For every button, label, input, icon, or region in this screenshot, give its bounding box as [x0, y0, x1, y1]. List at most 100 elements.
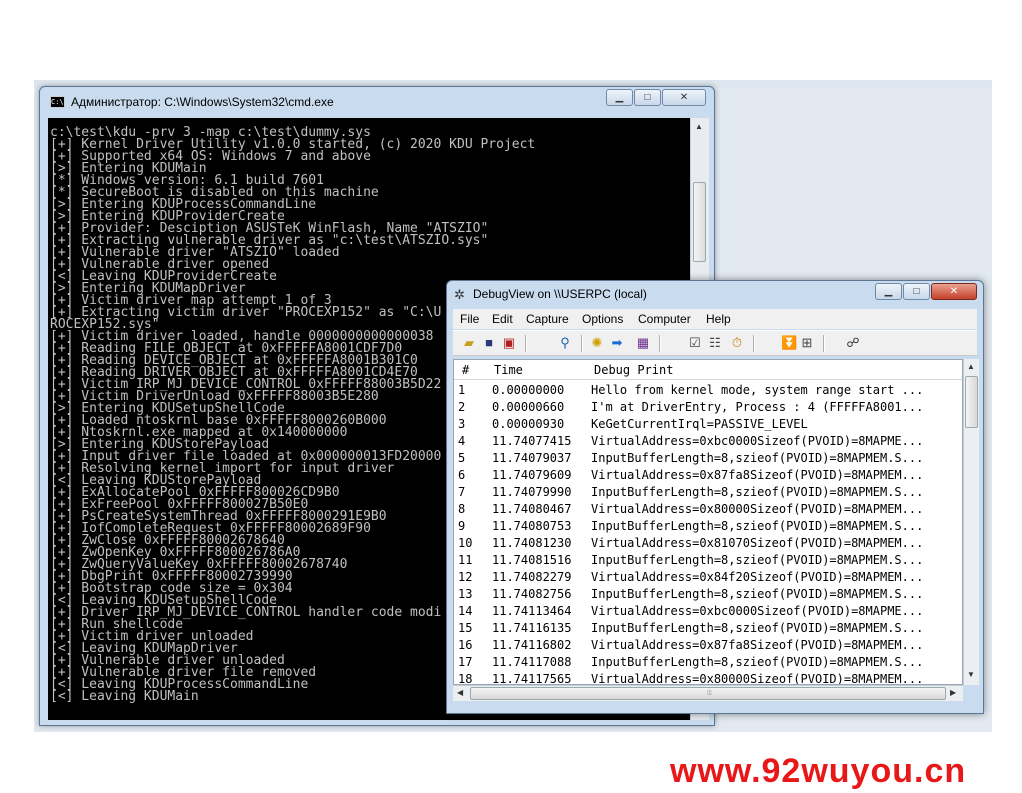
capture-kernel-icon[interactable]: ⏬ [781, 335, 797, 351]
maximize-icon: □ [644, 92, 651, 103]
highlight-icon[interactable]: ☷ [707, 335, 723, 351]
debug-hscroll-thumb[interactable]: ⦙⦙⦙ [470, 687, 946, 700]
column-header-number[interactable]: # [462, 363, 469, 377]
cmd-maximize-button[interactable]: □ [634, 89, 661, 106]
debug-horizontal-scrollbar[interactable]: ◀ ⦙⦙⦙ ▶ [453, 685, 963, 701]
table-row[interactable]: 2 0.00000660 I'm at DriverEntry, Process :… [454, 399, 962, 416]
row-time: 11.74081230 [492, 536, 572, 550]
clear-display-icon[interactable]: ▦ [635, 335, 651, 351]
cmd-app-icon: C:\ [50, 96, 65, 108]
binoculars-find-icon[interactable]: ☍ [845, 335, 861, 351]
row-number: 10 [458, 536, 473, 550]
save-close-icon[interactable]: ▣ [501, 335, 517, 351]
debug-rows: 1 0.00000000 Hello from kernel mode, syste… [454, 382, 962, 685]
site-watermark: www.92wuyou.cn [670, 752, 967, 790]
filter-edit-icon[interactable]: ☑ [687, 335, 703, 351]
console-line: [<] Leaving KDUMain [50, 689, 199, 704]
table-row[interactable]: 10 11.74081230 VirtualAddress=0x81070Sizeo… [454, 535, 962, 552]
row-number: 12 [458, 570, 473, 584]
row-time: 11.74117088 [492, 655, 572, 669]
row-time: 11.74077415 [492, 434, 572, 448]
row-debug-print: VirtualAddress=0xbc0000Sizeof(PVOID)=8MA… [591, 604, 924, 618]
row-debug-print: InputBufferLength=8,szieof(PVOID)=8MAPME… [591, 655, 924, 669]
debug-output-list[interactable]: # Time Debug Print 1 0.00000000 Hello from… [453, 359, 963, 685]
debugview-title-bar[interactable]: ✲ DebugView on \\USERPC (local) ▁ □ ✕ [447, 281, 983, 307]
debugview-app-icon: ✲ [454, 287, 465, 302]
dbg-close-button[interactable]: ✕ [931, 283, 977, 300]
row-debug-print: InputBufferLength=8,szieof(PVOID)=8MAPME… [591, 587, 924, 601]
table-row[interactable]: 9 11.74080753 InputBufferLength=8,szieof(P… [454, 518, 962, 535]
menu-capture[interactable]: Capture [526, 312, 569, 326]
row-number: 16 [458, 638, 473, 652]
row-time: 11.74116135 [492, 621, 572, 635]
menu-file[interactable]: File [460, 312, 479, 326]
save-icon[interactable]: ■ [481, 335, 497, 351]
table-row[interactable]: 16 11.74116802 VirtualAddress=0x87fa8Sizeo… [454, 637, 962, 654]
dbg-maximize-button[interactable]: □ [903, 283, 930, 300]
scroll-up-arrow-icon[interactable]: ▲ [695, 122, 703, 131]
table-row[interactable]: 14 11.74113464 VirtualAddress=0xbc0000Size… [454, 603, 962, 620]
debugview-window[interactable]: ✲ DebugView on \\USERPC (local) ▁ □ ✕ Fi… [446, 280, 984, 714]
table-row[interactable]: 11 11.74081516 InputBufferLength=8,szieof(… [454, 552, 962, 569]
menu-help[interactable]: Help [706, 312, 731, 326]
autoscroll-arrow-icon[interactable]: ➡ [609, 335, 625, 351]
scroll-up-arrow-icon[interactable]: ▲ [967, 362, 975, 371]
maximize-icon: □ [913, 286, 920, 297]
toolbar-separator [753, 335, 755, 352]
column-header-time[interactable]: Time [494, 363, 523, 377]
row-debug-print: InputBufferLength=8,szieof(PVOID)=8MAPME… [591, 553, 924, 567]
menu-edit[interactable]: Edit [492, 312, 513, 326]
menu-computer[interactable]: Computer [638, 312, 691, 326]
cmd-close-button[interactable]: ✕ [662, 89, 706, 106]
scroll-down-arrow-icon[interactable]: ▼ [967, 670, 975, 679]
row-debug-print: VirtualAddress=0x80000Sizeof(PVOID)=8MAP… [591, 672, 924, 685]
debugview-window-title: DebugView on \\USERPC (local) [473, 287, 647, 301]
minimize-icon: ▁ [884, 286, 893, 297]
debug-vertical-scrollbar[interactable]: ▲ ▼ [963, 359, 979, 685]
row-time: 11.74116802 [492, 638, 572, 652]
menu-options[interactable]: Options [582, 312, 623, 326]
table-row[interactable]: 6 11.74079609 VirtualAddress=0x87fa8Sizeof… [454, 467, 962, 484]
scroll-left-arrow-icon[interactable]: ◀ [457, 688, 463, 697]
table-row[interactable]: 12 11.74082279 VirtualAddress=0x84f20Sizeo… [454, 569, 962, 586]
row-number: 3 [458, 417, 466, 431]
row-debug-print: VirtualAddress=0x80000Sizeof(PVOID)=8MAP… [591, 502, 924, 516]
table-row[interactable]: 7 11.74079990 InputBufferLength=8,szieof(P… [454, 484, 962, 501]
dbg-minimize-button[interactable]: ▁ [875, 283, 902, 300]
debug-vscroll-thumb[interactable] [965, 376, 978, 428]
row-debug-print: KeGetCurrentIrql=PASSIVE_LEVEL [591, 417, 808, 431]
row-time: 0.00000000 [492, 383, 565, 397]
cmd-title-bar[interactable]: C:\ Администратор: C:\Windows\System32\c… [40, 87, 714, 117]
table-row[interactable]: 8 11.74080467 VirtualAddress=0x80000Sizeof… [454, 501, 962, 518]
row-number: 1 [458, 383, 466, 397]
capture-gear-icon[interactable]: ✺ [589, 335, 605, 351]
row-time: 11.74080467 [492, 502, 572, 516]
table-row[interactable]: 4 11.74077415 VirtualAddress=0xbc0000Sizeo… [454, 433, 962, 450]
row-number: 5 [458, 451, 466, 465]
cmd-window-title: Администратор: C:\Windows\System32\cmd.e… [71, 95, 334, 109]
table-row[interactable]: 3 0.00000930 KeGetCurrentIrql=PASSIVE_LEVE… [454, 416, 962, 433]
table-row[interactable]: 15 11.74116135 InputBufferLength=8,szieof(… [454, 620, 962, 637]
computer-connect-icon[interactable]: ⊞ [799, 335, 815, 351]
row-time: 11.74079990 [492, 485, 572, 499]
row-number: 13 [458, 587, 473, 601]
table-row[interactable]: 13 11.74082756 InputBufferLength=8,szieof(… [454, 586, 962, 603]
table-row[interactable]: 1 0.00000000 Hello from kernel mode, syste… [454, 382, 962, 399]
open-folder-icon[interactable]: ▰ [461, 335, 477, 351]
toolbar-separator [823, 335, 825, 352]
find-magnifier-icon[interactable]: ⚲ [557, 335, 573, 351]
row-debug-print: VirtualAddress=0x81070Sizeof(PVOID)=8MAP… [591, 536, 924, 550]
row-number: 7 [458, 485, 466, 499]
table-row[interactable]: 5 11.74079037 InputBufferLength=8,szieof(P… [454, 450, 962, 467]
table-row[interactable]: 17 11.74117088 InputBufferLength=8,szieof(… [454, 654, 962, 671]
column-header-debug-print[interactable]: Debug Print [594, 363, 673, 377]
scroll-right-arrow-icon[interactable]: ▶ [950, 688, 956, 697]
cmd-minimize-button[interactable]: ▁ [606, 89, 633, 106]
cmd-scroll-thumb[interactable] [693, 182, 706, 262]
row-number: 4 [458, 434, 466, 448]
minimize-icon: ▁ [615, 92, 624, 103]
table-row[interactable]: 18 11.74117565 VirtualAddress=0x80000Sizeo… [454, 671, 962, 685]
clock-time-icon[interactable]: ⏱ [729, 335, 745, 351]
row-time: 11.74082756 [492, 587, 572, 601]
row-debug-print: InputBufferLength=8,szieof(PVOID)=8MAPME… [591, 451, 924, 465]
